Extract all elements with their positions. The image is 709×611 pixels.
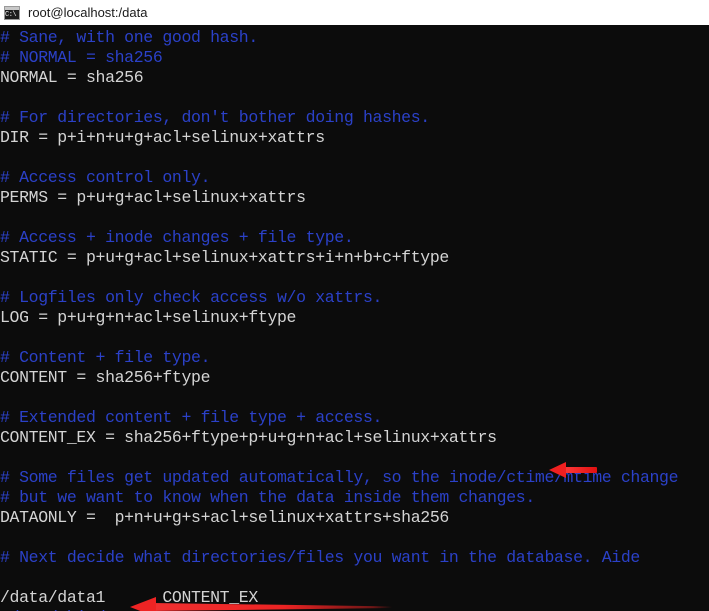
terminal-line: DATAONLY = p+n+u+g+s+acl+selinux+xattrs+… — [0, 508, 449, 527]
terminal-line: # Access + inode changes + file type. — [0, 228, 354, 247]
terminal-line: PERMS = p+u+g+acl+selinux+xattrs — [0, 188, 306, 207]
window-titlebar[interactable]: C:\ root@localhost:/data — [0, 0, 709, 25]
terminal-line: CONTENT = sha256+ftype — [0, 368, 211, 387]
terminal-text-content: # Sane, with one good hash. # NORMAL = sh… — [0, 28, 709, 611]
terminal-screen[interactable]: # Sane, with one good hash. # NORMAL = sh… — [0, 25, 709, 611]
terminal-line: NORMAL = sha256 — [0, 68, 144, 87]
terminal-line: # Some files get updated automatically, … — [0, 468, 679, 487]
console-icon-prompt: C:\ — [5, 10, 17, 19]
console-icon-titlebar — [5, 6, 19, 10]
terminal-line: CONTENT_EX = sha256+ftype+p+u+g+n+acl+se… — [0, 428, 497, 447]
terminal-line: # Content + file type. — [0, 348, 211, 367]
terminal-line: # NORMAL = sha256 — [0, 48, 163, 67]
terminal-line: # Next decide what directories/files you… — [0, 548, 640, 567]
terminal-line: DIR = p+i+n+u+g+acl+selinux+xattrs — [0, 128, 325, 147]
terminal-line: # Access control only. — [0, 168, 211, 187]
terminal-window: C:\ root@localhost:/data # Sane, with on… — [0, 0, 709, 611]
terminal-line: # but we want to know when the data insi… — [0, 488, 535, 507]
terminal-line: LOG = p+u+g+n+acl+selinux+ftype — [0, 308, 297, 327]
terminal-line: # Sane, with one good hash. — [0, 28, 258, 47]
terminal-line: # For directories, don't bother doing ha… — [0, 108, 430, 127]
terminal-line: STATIC = p+u+g+acl+selinux+xattrs+i+n+b+… — [0, 248, 449, 267]
terminal-line: # Logfiles only check access w/o xattrs. — [0, 288, 383, 307]
window-title: root@localhost:/data — [28, 5, 148, 20]
terminal-line: /data/data1 CONTENT_EX — [0, 588, 258, 607]
terminal-console-icon: C:\ — [3, 3, 21, 22]
terminal-line: # Extended content + file type + access. — [0, 408, 383, 427]
